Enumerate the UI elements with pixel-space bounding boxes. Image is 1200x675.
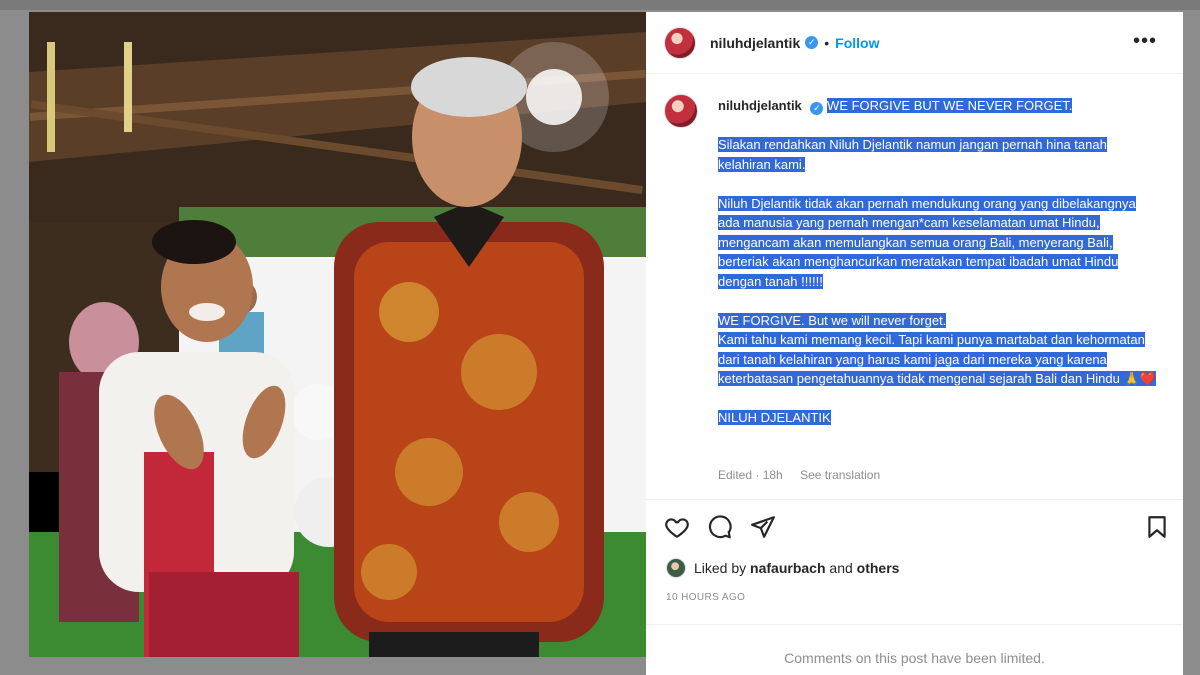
- edited-timestamp: Edited · 18h: [718, 468, 783, 482]
- likes-summary: Liked by nafaurbach and others: [666, 558, 899, 578]
- liked-by-and: and: [829, 560, 853, 576]
- post-panel: niluhdjelantik ✓ • Follow ••• niluhdjela…: [646, 12, 1183, 675]
- comment-bubble-icon[interactable]: [707, 514, 733, 540]
- follow-button[interactable]: Follow: [835, 35, 879, 51]
- bookmark-icon[interactable]: [1144, 514, 1170, 540]
- heart-icon[interactable]: [664, 514, 690, 540]
- caption-paragraph-3a: WE FORGIVE. But we will never forget.: [718, 312, 947, 328]
- comments-divider: [646, 624, 1183, 625]
- caption-signature: NILUH DJELANTIK: [718, 410, 831, 425]
- viewer-top-strip: [0, 0, 1200, 10]
- post-caption: niluhdjelantik ✓ WE FORGIVE BUT WE NEVER…: [718, 96, 1158, 428]
- verified-badge-icon: ✓: [805, 36, 819, 49]
- see-translation-link[interactable]: See translation: [800, 468, 880, 482]
- post-header: niluhdjelantik ✓ • Follow •••: [646, 12, 1183, 74]
- caption-paragraph-2: Niluh Djelantik tidak akan pernah menduk…: [718, 195, 1136, 289]
- author-username[interactable]: niluhdjelantik: [710, 35, 800, 51]
- liked-by-user[interactable]: nafaurbach: [750, 560, 825, 576]
- post-time-ago[interactable]: 10 HOURS AGO: [666, 592, 745, 603]
- liked-by-others[interactable]: others: [857, 560, 900, 576]
- caption-paragraph-3b: Kami tahu kami memang kecil. Tapi kami p…: [718, 332, 1156, 386]
- comments-limited-notice: Comments on this post have been limited.: [784, 650, 1045, 666]
- author-avatar[interactable]: [664, 26, 696, 59]
- post-photo[interactable]: [29, 12, 646, 657]
- caption-author-avatar[interactable]: [664, 94, 698, 128]
- caption-headline: WE FORGIVE BUT WE NEVER FORGET.: [827, 98, 1073, 113]
- actions-divider: [646, 499, 1183, 500]
- caption-author-username[interactable]: niluhdjelantik: [718, 98, 802, 113]
- paper-plane-icon[interactable]: [750, 514, 776, 540]
- header-separator: •: [824, 34, 830, 51]
- liked-by-prefix: Liked by: [694, 560, 747, 576]
- photo-illustration: [29, 12, 646, 657]
- verified-badge-icon: ✓: [810, 102, 824, 115]
- ellipsis-icon[interactable]: •••: [1133, 31, 1157, 51]
- caption-meta: Edited · 18h See translation: [718, 468, 894, 482]
- liker-avatar[interactable]: [666, 558, 686, 578]
- caption-paragraph-1: Silakan rendahkan Niluh Djelantik namun …: [718, 137, 1107, 172]
